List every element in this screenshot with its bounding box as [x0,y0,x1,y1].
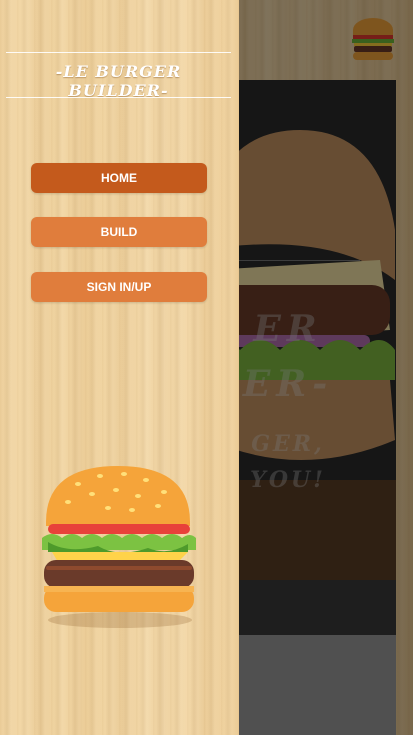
brand-rule-bottom [6,97,231,98]
brand-rule-top [6,52,231,53]
nav-build-label: BUILD [100,225,138,239]
nav-signin-button[interactable]: SIGN IN/UP [31,272,207,302]
burger-illustration [38,462,200,632]
brand-title: -LE BURGER BUILDER- [55,62,182,100]
side-drawer: -LE BURGER BUILDER- HOME BUILD SIGN IN/U… [0,0,239,735]
nav-home-label: HOME [101,171,137,185]
nav-signin-label: SIGN IN/UP [86,280,152,294]
nav-build-button[interactable]: BUILD [31,217,207,247]
nav-home-button[interactable]: HOME [31,163,207,193]
